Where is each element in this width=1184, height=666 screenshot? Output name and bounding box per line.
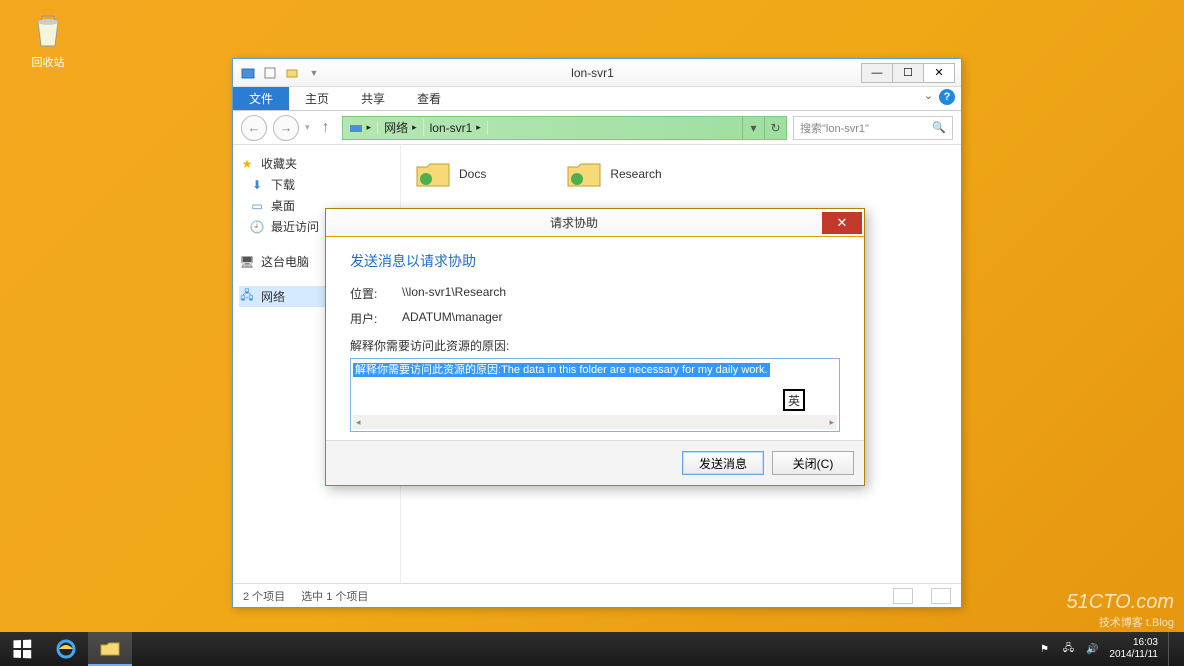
ribbon: 文件 主页 共享 查看 ⌄ ? — [233, 87, 961, 111]
windows-logo-icon — [13, 640, 31, 659]
taskbar-ie[interactable] — [44, 632, 88, 666]
pc-icon: 🖥 — [239, 254, 255, 270]
window-title: lon-svr1 — [323, 66, 862, 80]
user-value: ADATUM\manager — [402, 310, 502, 327]
taskbar-explorer[interactable] — [88, 632, 132, 666]
desktop-icon: ▭ — [249, 198, 265, 214]
minimize-button[interactable]: — — [861, 63, 893, 83]
tab-home[interactable]: 主页 — [289, 87, 345, 110]
reason-text: 解释你需要访问此资源的原因:The data in this folder ar… — [353, 363, 770, 377]
maximize-button[interactable]: ☐ — [892, 63, 924, 83]
search-icon: 🔍 — [932, 121, 946, 134]
ime-indicator[interactable]: 英 — [783, 389, 805, 411]
dialog-heading: 发送消息以请求协助 — [350, 251, 840, 271]
addr-dropdown-icon[interactable]: ▾ — [742, 117, 764, 139]
qat-appicon[interactable] — [239, 64, 257, 82]
dialog-close-button[interactable]: ✕ — [822, 212, 862, 234]
recycle-bin-icon[interactable]: 回收站 — [18, 10, 78, 70]
cancel-button[interactable]: 关闭(C) — [772, 451, 854, 475]
folder-label: Research — [610, 167, 661, 181]
view-details-button[interactable] — [893, 588, 913, 604]
sidebar-downloads[interactable]: ⬇下载 — [239, 174, 394, 195]
refresh-button[interactable]: ↻ — [764, 117, 786, 139]
network-drive-icon — [349, 122, 363, 134]
qat-properties[interactable] — [261, 64, 279, 82]
user-label: 用户: — [350, 310, 394, 327]
send-button[interactable]: 发送消息 — [682, 451, 764, 475]
horizontal-scrollbar[interactable]: ◂▸ — [353, 415, 837, 429]
taskbar-clock[interactable]: 16:03 2014/11/11 — [1109, 637, 1158, 661]
tray-volume-icon[interactable]: 🔊 — [1085, 642, 1099, 656]
status-count: 2 个项目 — [243, 588, 285, 604]
close-button[interactable]: ✕ — [923, 63, 955, 83]
status-bar: 2 个项目 选中 1 个项目 — [233, 583, 961, 607]
qat-dropdown[interactable]: ▼ — [305, 64, 323, 82]
sidebar-favorites[interactable]: ★收藏夹 — [239, 153, 394, 174]
view-large-button[interactable] — [931, 588, 951, 604]
breadcrumb-host[interactable]: lon-svr1 — [430, 121, 473, 135]
help-icon[interactable]: ? — [939, 89, 955, 105]
ribbon-expand-icon[interactable]: ⌄ — [924, 89, 933, 105]
folder-research[interactable]: Research — [566, 159, 661, 189]
dialog-title: 请求协助 — [326, 214, 822, 231]
status-selected: 选中 1 个项目 — [301, 588, 368, 604]
qat-newfolder[interactable] — [283, 64, 301, 82]
tab-share[interactable]: 共享 — [345, 87, 401, 110]
forward-button[interactable]: → — [273, 115, 299, 141]
system-tray: ⚑ 🖧 🔊 16:03 2014/11/11 — [1037, 632, 1184, 666]
dialog-titlebar[interactable]: 请求协助 ✕ — [326, 209, 864, 237]
show-desktop-button[interactable] — [1168, 632, 1176, 666]
nav-bar: ← → ▾ ↑ ▸ 网络▸ lon-svr1▸ ▾ ↻ 搜索"lon-svr1"… — [233, 111, 961, 145]
reason-textarea[interactable]: 解释你需要访问此资源的原因:The data in this folder ar… — [350, 358, 840, 432]
recent-icon: 🕘 — [249, 219, 265, 235]
download-icon: ⬇ — [249, 177, 265, 193]
address-bar[interactable]: ▸ 网络▸ lon-svr1▸ ▾ ↻ — [342, 116, 787, 140]
search-placeholder: 搜索"lon-svr1" — [800, 120, 869, 136]
back-button[interactable]: ← — [241, 115, 267, 141]
recycle-bin-label: 回收站 — [18, 54, 78, 70]
history-dropdown-icon[interactable]: ▾ — [305, 122, 310, 133]
network-icon: 🖧 — [239, 289, 255, 305]
location-label: 位置: — [350, 285, 394, 302]
location-value: \\lon-svr1\Research — [402, 285, 506, 302]
request-assistance-dialog: 请求协助 ✕ 发送消息以请求协助 位置: \\lon-svr1\Research… — [325, 208, 865, 486]
tray-flag-icon[interactable]: ⚑ — [1037, 642, 1051, 656]
title-bar[interactable]: ▼ lon-svr1 — ☐ ✕ — [233, 59, 961, 87]
tab-view[interactable]: 查看 — [401, 87, 457, 110]
search-input[interactable]: 搜索"lon-svr1" 🔍 — [793, 116, 953, 140]
taskbar: ⚑ 🖧 🔊 16:03 2014/11/11 — [0, 632, 1184, 666]
folder-label: Docs — [459, 167, 486, 181]
star-icon: ★ — [239, 156, 255, 172]
up-button[interactable]: ↑ — [316, 118, 336, 138]
breadcrumb-network[interactable]: 网络 — [384, 119, 408, 136]
folder-icon — [415, 159, 451, 189]
reason-label: 解释你需要访问此资源的原因: — [350, 337, 840, 354]
tray-network-icon[interactable]: 🖧 — [1061, 642, 1075, 656]
watermark: 51CTO.com 技术博客 t.Blog — [1067, 591, 1174, 630]
folder-docs[interactable]: Docs — [415, 159, 486, 189]
tab-file[interactable]: 文件 — [233, 87, 289, 110]
start-button[interactable] — [0, 632, 44, 666]
folder-icon — [566, 159, 602, 189]
